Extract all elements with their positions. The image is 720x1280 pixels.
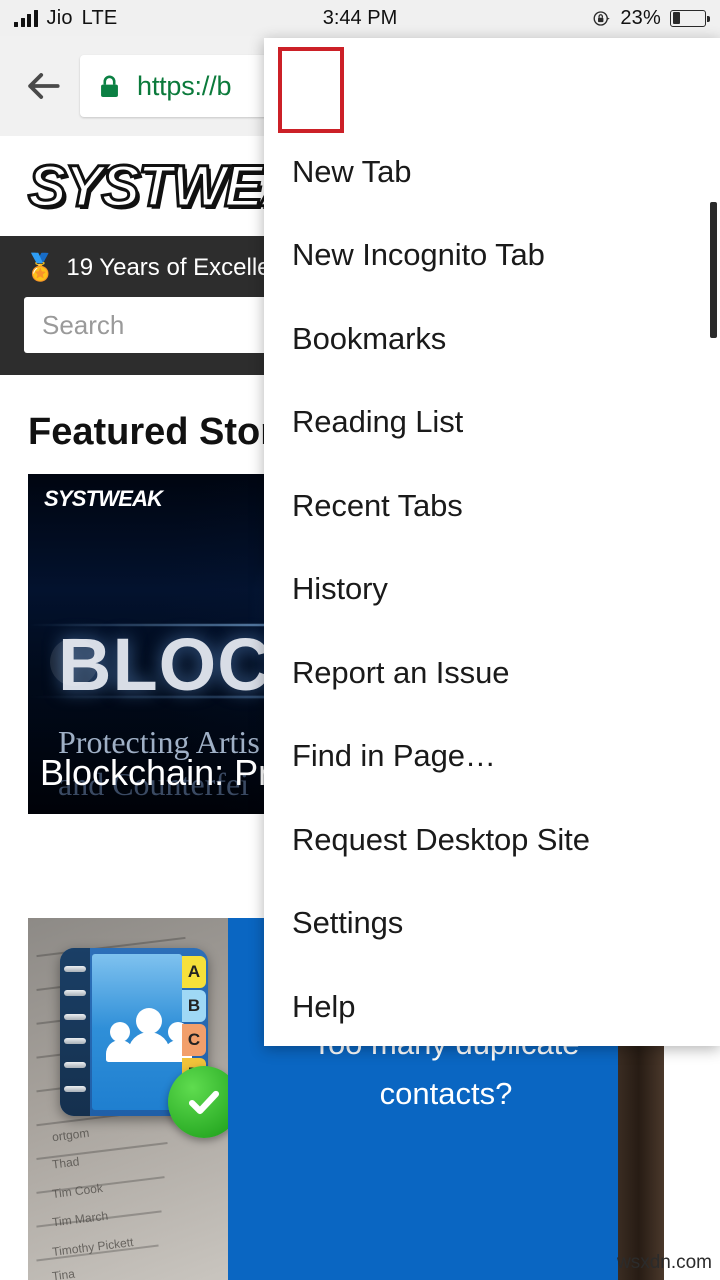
search-placeholder: Search bbox=[42, 309, 125, 340]
menu-item[interactable]: New Tab bbox=[264, 130, 720, 214]
alphabet-tab: A bbox=[182, 956, 206, 988]
site-watermark: wsxdn.com bbox=[616, 1252, 712, 1273]
paper-contact-name: ortgom bbox=[51, 1125, 91, 1145]
menu-item-label: Help bbox=[292, 988, 356, 1024]
paper-contact-name: Tim March bbox=[51, 1208, 109, 1230]
paper-contact-name: Tina bbox=[51, 1266, 76, 1280]
menu-item-label: Recent Tabs bbox=[292, 487, 463, 523]
menu-item-label: Reading List bbox=[292, 404, 464, 440]
menu-item[interactable]: Request Desktop Site bbox=[264, 798, 720, 882]
menu-item[interactable]: Bookmarks bbox=[264, 297, 720, 381]
menu-item[interactable]: Report an Issue bbox=[264, 631, 720, 715]
menu-item-label: Request Desktop Site bbox=[292, 821, 590, 857]
book-ring bbox=[64, 1014, 86, 1020]
menu-item[interactable]: New Incognito Tab bbox=[264, 214, 720, 298]
menu-scrollbar[interactable] bbox=[710, 78, 717, 1030]
menu-scrollbar-thumb[interactable] bbox=[710, 202, 717, 338]
menu-item-label: Settings bbox=[292, 905, 404, 941]
paper-contact-name: Timothy Pickett bbox=[51, 1235, 135, 1259]
status-bar: Jio LTE 3:44 PM 23% bbox=[0, 0, 720, 36]
menu-item[interactable]: Find in Page… bbox=[264, 715, 720, 799]
alphabet-tab: C bbox=[182, 1024, 206, 1056]
menu-item[interactable]: History bbox=[264, 548, 720, 632]
menu-item-label: Bookmarks bbox=[292, 320, 447, 356]
back-button[interactable] bbox=[12, 55, 74, 117]
secure-lock-icon bbox=[101, 75, 118, 97]
carousel-prev-button[interactable] bbox=[50, 638, 98, 686]
green-check-icon bbox=[168, 1066, 228, 1138]
book-ring bbox=[64, 990, 86, 996]
ad-question-line-2: contacts? bbox=[379, 1075, 513, 1111]
alphabet-tab: B bbox=[182, 990, 206, 1022]
menu-item[interactable]: Reading List bbox=[264, 381, 720, 465]
status-bar-left: Jio LTE bbox=[14, 7, 117, 30]
back-arrow-icon bbox=[28, 73, 60, 99]
browser-overflow-menu[interactable]: New Tab New Incognito Tab Bookmarks Reading… bbox=[264, 38, 720, 1046]
paper-contact-name: Tim Cook bbox=[51, 1180, 104, 1202]
menu-item-label: Find in Page… bbox=[292, 738, 496, 774]
medal-icon: 🏅 bbox=[24, 252, 57, 282]
menu-item-label: New Tab bbox=[292, 153, 412, 189]
book-ring bbox=[64, 1038, 86, 1044]
rotation-lock-icon bbox=[593, 10, 611, 26]
phone-screen: Jio LTE 3:44 PM 23% https://b SYSTWEAK 🏅… bbox=[0, 0, 720, 1280]
signal-bars-icon bbox=[14, 9, 38, 27]
card-headline: Blockchain: Prot bbox=[40, 752, 301, 793]
people-silhouettes-icon bbox=[106, 1006, 192, 1062]
book-ring bbox=[64, 1086, 86, 1092]
paper-contact-name: Thad bbox=[51, 1154, 81, 1172]
checkmark-glyph bbox=[188, 1090, 220, 1115]
battery-percent-label: 23% bbox=[620, 6, 661, 29]
book-ring bbox=[64, 966, 86, 972]
carrier-label: Jio bbox=[46, 6, 73, 29]
menu-item[interactable]: Settings bbox=[264, 882, 720, 966]
card-brand-logo: SYSTWEAK bbox=[44, 486, 163, 511]
menu-item-label: Report an Issue bbox=[292, 654, 510, 690]
menu-item[interactable]: Recent Tabs bbox=[264, 464, 720, 548]
menu-item-list: New Tab New Incognito Tab Bookmarks Reading… bbox=[264, 38, 720, 1046]
menu-item-label: History bbox=[292, 571, 388, 607]
status-bar-right: 23% bbox=[592, 6, 710, 30]
menu-item-label: New Incognito Tab bbox=[292, 237, 545, 273]
url-text: https://b bbox=[137, 70, 232, 101]
battery-icon bbox=[670, 9, 710, 27]
ad-image: ortgom Thad Tim Cook Tim March Timothy Picke… bbox=[28, 918, 228, 1280]
network-type-label: LTE bbox=[81, 6, 118, 29]
menu-item[interactable]: Help bbox=[264, 965, 720, 1046]
book-ring bbox=[64, 1062, 86, 1068]
